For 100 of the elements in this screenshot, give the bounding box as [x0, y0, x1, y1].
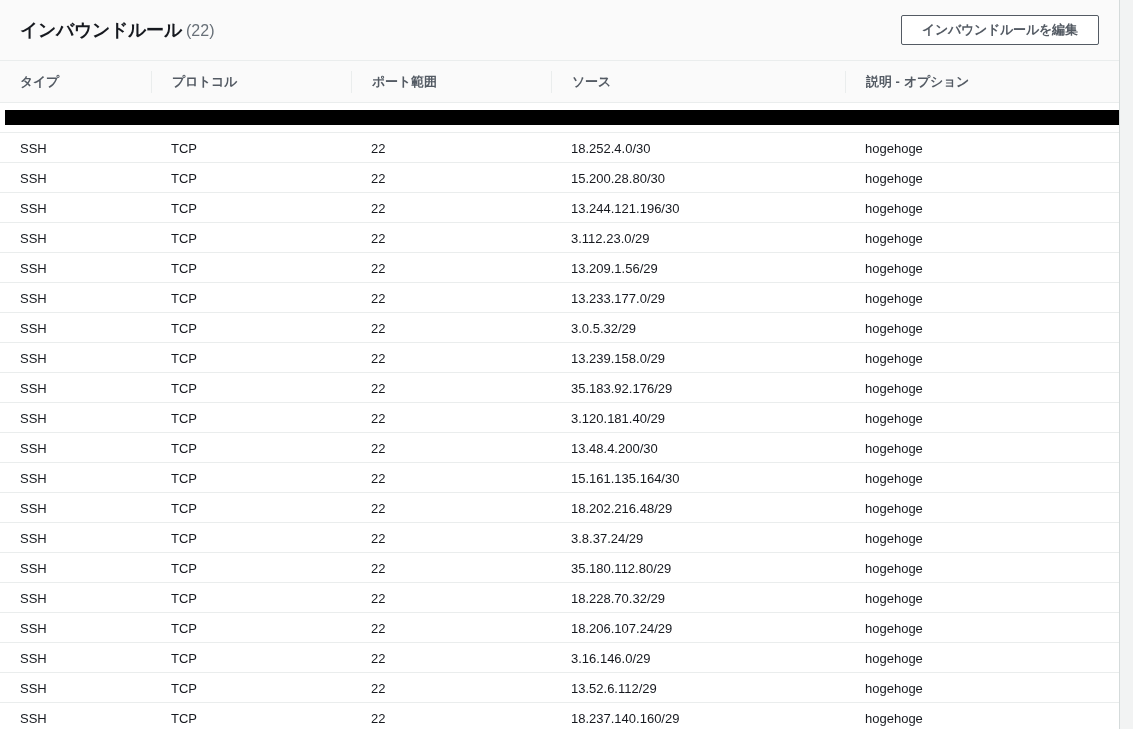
table-cell: 15.161.135.164/30	[571, 470, 680, 486]
table-cell: 22	[371, 380, 386, 396]
table-cell: 13.52.6.112/29	[571, 680, 657, 696]
table-cell: TCP	[171, 260, 197, 276]
table-cell: 22	[371, 680, 386, 696]
table-cell: 22	[371, 560, 386, 576]
table-cell: 22	[371, 350, 386, 366]
table-cell: SSH	[20, 410, 47, 426]
table-cell: TCP	[171, 170, 197, 186]
table-cell: 22	[371, 440, 386, 456]
table-cell: 13.244.121.196/30	[571, 200, 680, 216]
table-cell: SSH	[20, 500, 47, 516]
table-cell: hogehoge	[865, 260, 923, 276]
column-header: プロトコル	[172, 72, 237, 91]
table-cell: 22	[371, 710, 386, 726]
table-cell: SSH	[20, 530, 47, 546]
table-cell: 22	[371, 650, 386, 666]
table-cell: SSH	[20, 230, 47, 246]
table-cell: hogehoge	[865, 140, 923, 156]
table-cell: TCP	[171, 380, 197, 396]
table-cell: TCP	[171, 680, 197, 696]
table-cell: SSH	[20, 350, 47, 366]
table-cell: 22	[371, 620, 386, 636]
table-cell: TCP	[171, 560, 197, 576]
table-cell: SSH	[20, 290, 47, 306]
table-cell: 22	[371, 530, 386, 546]
table-cell: SSH	[20, 320, 47, 336]
table-cell: TCP	[171, 200, 197, 216]
table-cell: SSH	[20, 380, 47, 396]
table-cell: TCP	[171, 410, 197, 426]
table-cell: hogehoge	[865, 320, 923, 336]
table-cell: 3.120.181.40/29	[571, 410, 665, 426]
table-cell: TCP	[171, 500, 197, 516]
table-cell: 35.183.92.176/29	[571, 380, 673, 396]
table-cell: SSH	[20, 620, 47, 636]
table-cell: 18.252.4.0/30	[571, 140, 651, 156]
table-cell: 18.228.70.32/29	[571, 590, 665, 606]
table-cell: hogehoge	[865, 710, 923, 726]
table-cell: hogehoge	[865, 440, 923, 456]
table-cell: TCP	[171, 230, 197, 246]
table-cell: 13.209.1.56/29	[571, 260, 658, 276]
column-header: タイプ	[20, 72, 59, 91]
table-cell: hogehoge	[865, 500, 923, 516]
table-cell: 22	[371, 290, 386, 306]
table-cell: 3.0.5.32/29	[571, 320, 637, 336]
table-cell: 18.202.216.48/29	[571, 500, 673, 516]
table-cell: 15.200.28.80/30	[571, 170, 665, 186]
table-cell: SSH	[20, 590, 47, 606]
table-cell: TCP	[171, 140, 197, 156]
table-cell: hogehoge	[865, 380, 923, 396]
table-cell: 22	[371, 260, 386, 276]
table-cell: SSH	[20, 260, 47, 276]
table-cell: 13.48.4.200/30	[571, 440, 658, 456]
table-cell: hogehoge	[865, 290, 923, 306]
table-cell: hogehoge	[865, 530, 923, 546]
table-cell: hogehoge	[865, 170, 923, 186]
table-cell: 13.239.158.0/29	[571, 350, 665, 366]
table-cell: TCP	[171, 710, 197, 726]
table-cell: 18.237.140.160/29	[571, 710, 680, 726]
table-cell: 22	[371, 170, 386, 186]
table-cell: TCP	[171, 650, 197, 666]
table-cell: SSH	[20, 650, 47, 666]
table-cell: TCP	[171, 320, 197, 336]
table-cell: hogehoge	[865, 620, 923, 636]
table-cell: hogehoge	[865, 590, 923, 606]
table-cell: TCP	[171, 620, 197, 636]
table-cell: hogehoge	[865, 200, 923, 216]
table-cell: SSH	[20, 680, 47, 696]
column-header: ポート範囲	[372, 72, 437, 91]
table-cell: 22	[371, 200, 386, 216]
table-cell: hogehoge	[865, 650, 923, 666]
table-cell: 22	[371, 500, 386, 516]
table-cell: TCP	[171, 350, 197, 366]
table-cell: 22	[371, 140, 386, 156]
table-cell: hogehoge	[865, 680, 923, 696]
rule-count: (22)	[186, 20, 215, 41]
table-cell: 13.233.177.0/29	[571, 290, 665, 306]
table-cell: 3.112.23.0/29	[571, 230, 650, 246]
table-cell: TCP	[171, 440, 197, 456]
panel-title: インバウンドルール	[20, 18, 182, 42]
table-cell: TCP	[171, 290, 197, 306]
table-cell: TCP	[171, 530, 197, 546]
table-cell: hogehoge	[865, 350, 923, 366]
column-header: 説明 - オプション	[866, 72, 969, 91]
table-cell: hogehoge	[865, 230, 923, 246]
table-cell: hogehoge	[865, 470, 923, 486]
table-cell: hogehoge	[865, 410, 923, 426]
table-cell: 22	[371, 320, 386, 336]
edit-rules-button[interactable]: インバウンドルールを編集	[901, 15, 1099, 45]
table-cell: SSH	[20, 200, 47, 216]
table-cell: 3.8.37.24/29	[571, 530, 644, 546]
table-cell: 18.206.107.24/29	[571, 620, 673, 636]
column-header: ソース	[572, 72, 611, 91]
table-cell: 22	[371, 590, 386, 606]
table-cell: 35.180.112.80/29	[571, 560, 672, 576]
table-cell: SSH	[20, 140, 47, 156]
table-cell: TCP	[171, 470, 197, 486]
table-cell: 22	[371, 410, 386, 426]
table-cell: SSH	[20, 560, 47, 576]
table-cell: SSH	[20, 170, 47, 186]
